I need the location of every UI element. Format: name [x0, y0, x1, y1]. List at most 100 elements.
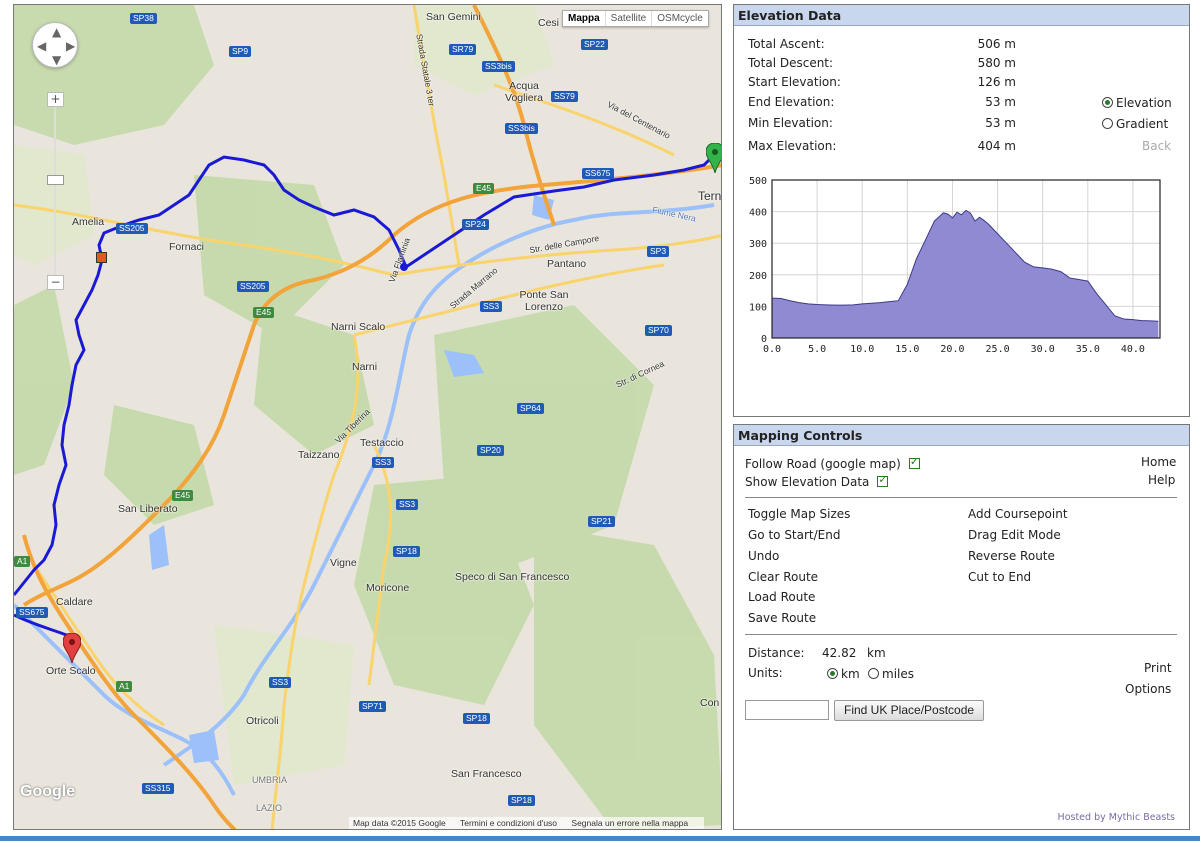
end-marker-icon[interactable]: [706, 143, 722, 173]
reverse-route-link[interactable]: Reverse Route: [968, 549, 1055, 563]
stat-label: Total Ascent:: [748, 37, 825, 51]
report-error-link[interactable]: Segnala un errore nella mappa: [571, 818, 688, 828]
radio-selected-icon[interactable]: [827, 668, 838, 679]
map-type-mappa[interactable]: Mappa: [563, 11, 605, 26]
zoom-slider-track[interactable]: [54, 100, 56, 285]
go-to-start-end-link[interactable]: Go to Start/End: [748, 528, 840, 542]
hosted-by-credit[interactable]: Hosted by Mythic Beasts: [1058, 812, 1175, 823]
x-tick-label: 15.0: [895, 344, 919, 355]
road-shield: SP20: [477, 445, 504, 456]
undo-link[interactable]: Undo: [748, 549, 779, 563]
elevation-mode-radio[interactable]: Elevation: [1102, 96, 1172, 110]
road-shield: SP18: [508, 795, 535, 806]
show-elevation-toggle[interactable]: Show Elevation Data: [745, 473, 889, 489]
x-tick-label: 20.0: [940, 344, 964, 355]
road-shield: SP22: [581, 39, 608, 50]
unit-miles-label: miles: [882, 667, 914, 681]
road-shield: SS675: [582, 168, 614, 179]
start-marker-icon[interactable]: [63, 633, 81, 663]
forest-area: [14, 285, 74, 475]
divider: [745, 497, 1177, 498]
pan-down-icon[interactable]: ▼: [52, 53, 61, 67]
cut-to-end-link[interactable]: Cut to End: [968, 570, 1031, 584]
window-bottom-bar: [0, 836, 1200, 841]
stat-value: 404 m: [977, 139, 1016, 153]
place-label: Caldare: [56, 596, 93, 608]
place-label: Ponte San Lorenzo: [519, 289, 569, 313]
zoom-out-button[interactable]: −: [47, 275, 64, 290]
road-shield: SS3: [396, 499, 419, 510]
road-shield: SP70: [645, 325, 672, 336]
road-shield: SP18: [393, 546, 420, 557]
place-label: Pantano: [547, 258, 587, 270]
drag-edit-mode-link[interactable]: Drag Edit Mode: [968, 528, 1061, 542]
stat-label: Total Descent:: [748, 56, 834, 70]
road-shield: SS3bis: [482, 61, 515, 72]
follow-road-toggle[interactable]: Follow Road (google map): [745, 455, 920, 471]
map-type-osmcycle[interactable]: OSMcycle: [651, 11, 708, 26]
lake: [149, 525, 169, 570]
road-shield: SS3: [269, 677, 292, 688]
mapping-controls-title: Mapping Controls: [734, 425, 1189, 446]
x-tick-label: 5.0: [808, 344, 826, 355]
radio-unselected-icon[interactable]: [1102, 118, 1113, 129]
stat-value: 580 m: [977, 56, 1016, 70]
save-route-link[interactable]: Save Route: [748, 611, 816, 625]
pan-left-icon[interactable]: ◀: [37, 39, 46, 53]
show-elevation-checkbox[interactable]: [877, 473, 889, 487]
pan-control[interactable]: ▲ ▼ ◀ ▶: [32, 22, 78, 68]
gradient-mode-label: Gradient: [1116, 117, 1169, 131]
place-label: Narni Scalo: [331, 321, 386, 333]
pan-right-icon[interactable]: ▶: [66, 39, 75, 53]
place-label: Testaccio: [360, 437, 404, 449]
elevation-mode-label: Elevation: [1116, 96, 1172, 110]
place-label: Amelia: [72, 216, 105, 228]
route-waypoint[interactable]: [400, 263, 408, 271]
place-label: Narni: [352, 361, 378, 373]
road-shield: E45: [172, 490, 194, 501]
find-place-button[interactable]: Find UK Place/Postcode: [834, 700, 985, 721]
coursepoint-icon[interactable]: [96, 252, 107, 263]
terms-link[interactable]: Termini e condizioni d'uso: [460, 818, 557, 828]
stat-label: Start Elevation:: [748, 75, 841, 89]
road-shield: SP71: [359, 701, 386, 712]
radio-unselected-icon[interactable]: [868, 668, 879, 679]
distance-value: 42.82: [822, 646, 857, 660]
place-label: Orte Scalo: [46, 665, 96, 677]
route-map[interactable]: San Gemini Cesi Acqua Vogliera Amelia Fo…: [13, 4, 722, 830]
region-label: UMBRIA: [252, 775, 288, 785]
toggle-map-sizes-link[interactable]: Toggle Map Sizes: [748, 507, 850, 521]
load-route-link[interactable]: Load Route: [748, 590, 815, 604]
map-attribution: Map data ©2015 Google Termini e condizio…: [349, 817, 705, 829]
radio-selected-icon[interactable]: [1102, 97, 1113, 108]
unit-miles-radio[interactable]: miles: [868, 667, 914, 681]
zoom-in-button[interactable]: +: [47, 92, 64, 107]
y-tick-label: 400: [749, 208, 767, 219]
map-type-control[interactable]: Mappa Satellite OSMcycle: [562, 10, 709, 27]
place-search-input[interactable]: [745, 700, 829, 720]
road-shield: SS315: [142, 783, 174, 794]
gradient-mode-radio[interactable]: Gradient: [1102, 117, 1168, 131]
home-link[interactable]: Home: [1141, 455, 1176, 469]
x-tick-label: 25.0: [986, 344, 1010, 355]
follow-road-checkbox[interactable]: [908, 455, 920, 469]
distance-unit: km: [867, 646, 886, 660]
stat-label: End Elevation:: [748, 95, 835, 109]
back-link[interactable]: Back: [1142, 139, 1171, 153]
road-shield: SS3bis: [505, 123, 538, 134]
zoom-slider-handle[interactable]: [47, 175, 64, 185]
place-label: San Francesco: [451, 768, 522, 780]
print-link[interactable]: Print: [1144, 661, 1172, 675]
pan-up-icon[interactable]: ▲: [52, 25, 61, 39]
road-shield: A1: [116, 681, 133, 692]
add-coursepoint-link[interactable]: Add Coursepoint: [968, 507, 1068, 521]
clear-route-link[interactable]: Clear Route: [748, 570, 818, 584]
help-link[interactable]: Help: [1148, 473, 1175, 487]
map-data-credit: Map data ©2015 Google: [353, 818, 446, 828]
stat-label: Min Elevation:: [748, 116, 833, 130]
options-link[interactable]: Options: [1125, 682, 1171, 696]
map-type-satellite[interactable]: Satellite: [604, 11, 652, 26]
x-tick-label: 10.0: [850, 344, 874, 355]
unit-km-radio[interactable]: km: [827, 667, 860, 681]
road-shield: SR79: [449, 44, 477, 55]
